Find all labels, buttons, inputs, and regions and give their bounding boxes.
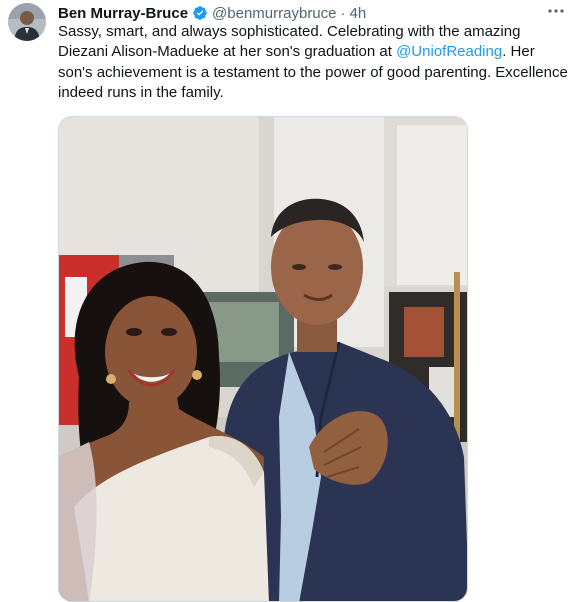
tweet[interactable]: Ben Murray-Bruce @benmurraybruce · 4h Sa… — [0, 0, 583, 602]
timestamp[interactable]: 4h — [350, 5, 367, 22]
author-handle[interactable]: @benmurraybruce — [212, 5, 336, 22]
tweet-photo[interactable] — [58, 116, 468, 602]
author-name[interactable]: Ben Murray-Bruce — [58, 5, 188, 22]
mention-link[interactable]: @UniofReading — [396, 43, 502, 60]
separator-dot: · — [340, 4, 346, 22]
more-options-icon[interactable] — [545, 2, 567, 20]
photo-image — [59, 117, 467, 601]
tweet-text: Sassy, smart, and always sophisticated. … — [58, 22, 568, 103]
avatar[interactable] — [8, 3, 46, 41]
verified-badge-icon — [193, 6, 207, 20]
